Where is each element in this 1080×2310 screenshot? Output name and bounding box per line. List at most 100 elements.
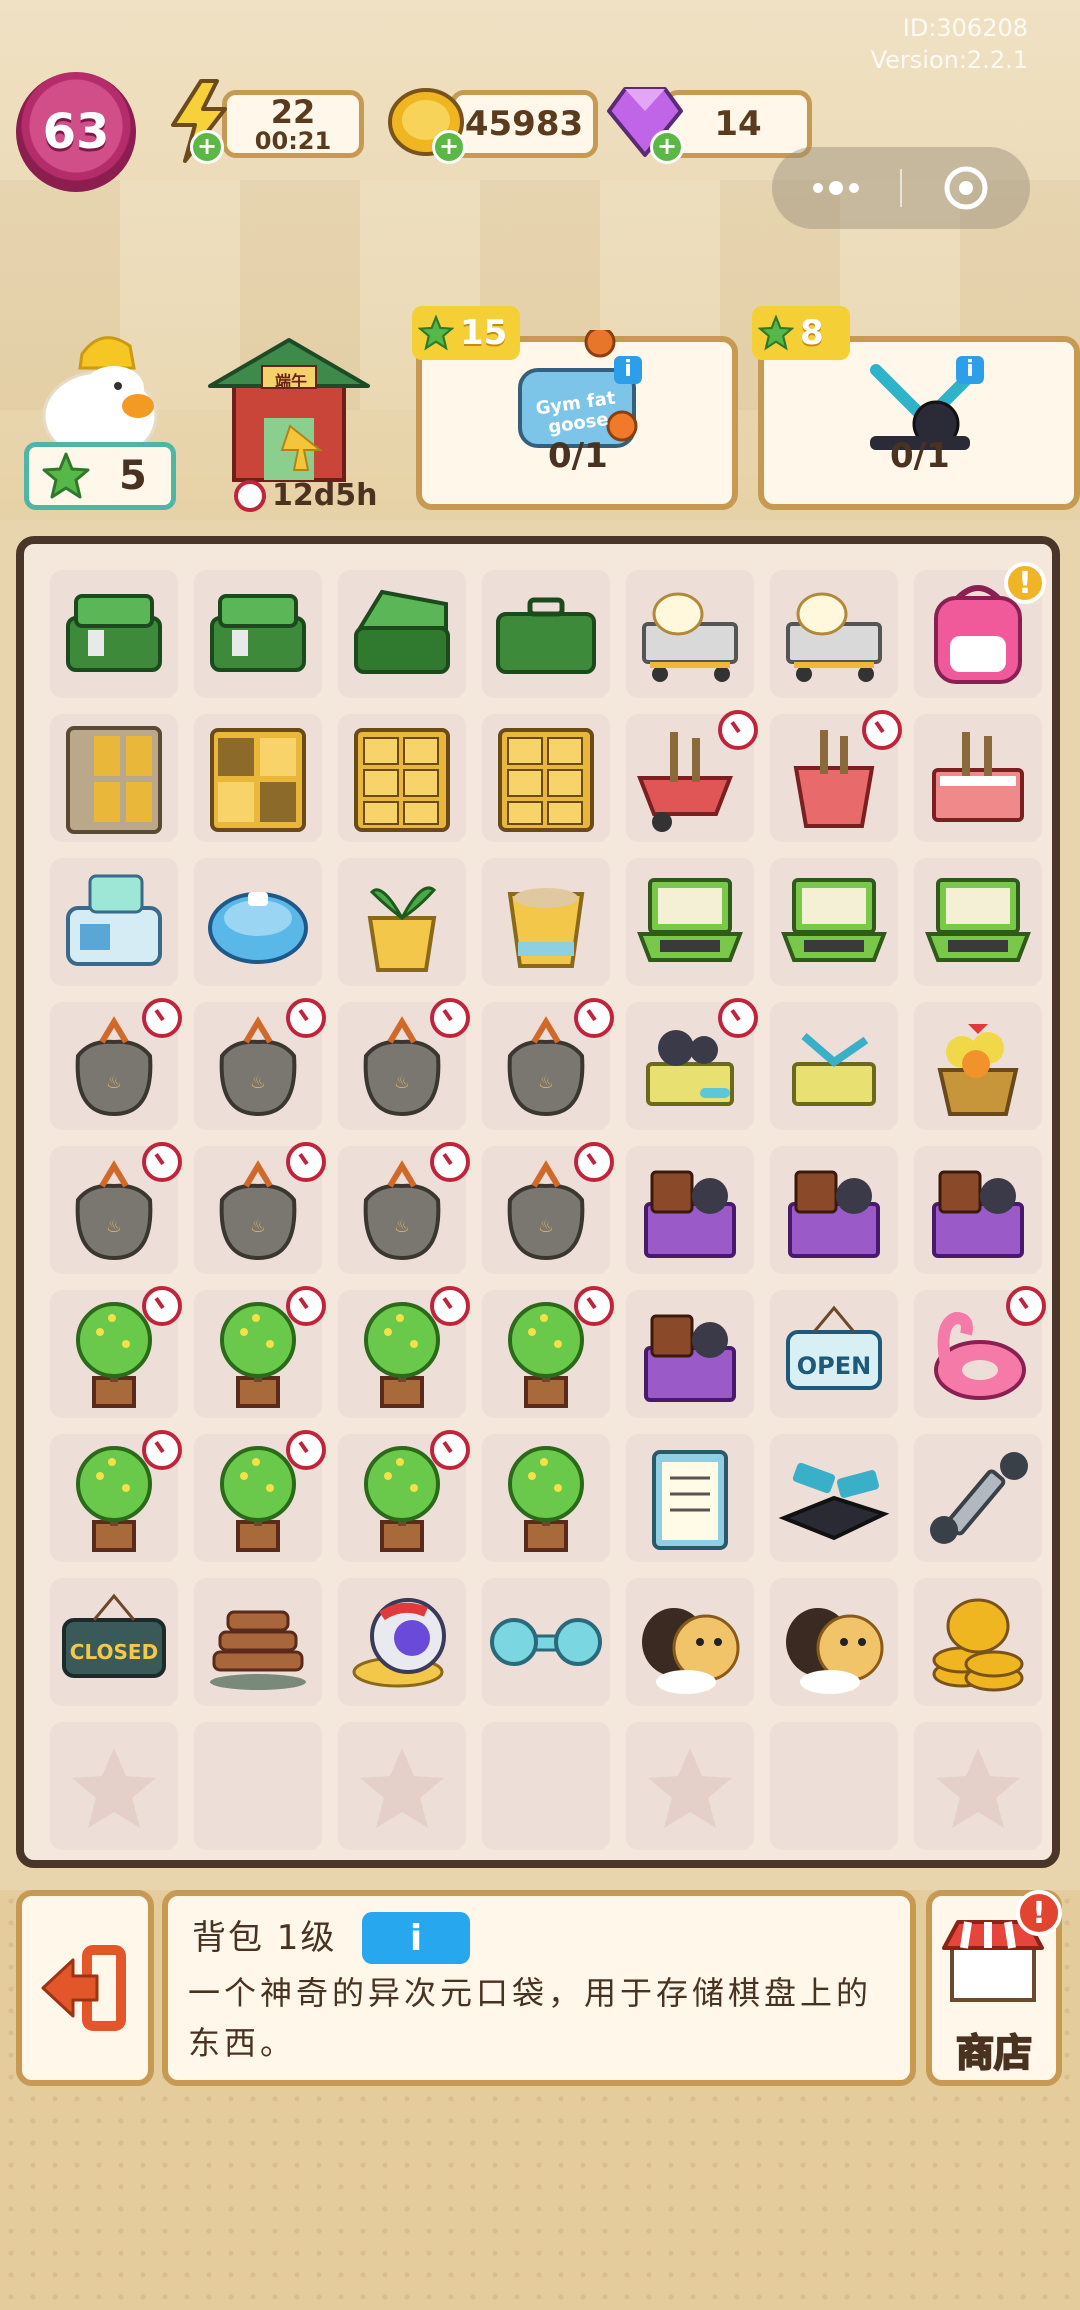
board-cell[interactable] (482, 1578, 610, 1706)
board-cell[interactable] (50, 1430, 182, 1562)
board-cell[interactable] (50, 858, 178, 986)
locker-yellow-item[interactable] (342, 718, 462, 838)
board-cell[interactable] (626, 1578, 754, 1706)
board-cell[interactable] (50, 570, 178, 698)
gym-cart-empty-item[interactable] (774, 1006, 894, 1126)
toolbox-closed-green-item[interactable] (486, 574, 606, 694)
board-cell[interactable] (194, 714, 322, 842)
weight-bench-item[interactable] (774, 1438, 894, 1558)
add-coins-button[interactable]: + (432, 130, 466, 164)
board-cell[interactable] (482, 1722, 610, 1850)
board-cell[interactable] (194, 570, 322, 698)
board-cell[interactable]: ♨ (50, 998, 182, 1130)
board-cell[interactable] (626, 998, 758, 1130)
board-cell[interactable]: ♨ (194, 1142, 326, 1274)
coin-stack-item[interactable] (918, 1582, 1038, 1702)
board-cell[interactable] (914, 1146, 1042, 1274)
board-cell[interactable] (770, 1002, 898, 1130)
laptop-item[interactable] (918, 862, 1038, 982)
board-cell[interactable]: ♨ (338, 998, 470, 1130)
snail-robot-item[interactable] (342, 1582, 462, 1702)
board-cell[interactable] (482, 1434, 610, 1562)
shop-button[interactable]: ! 商店 (926, 1890, 1062, 2086)
exit-button[interactable] (16, 1890, 154, 2086)
board-cell[interactable] (194, 1430, 326, 1562)
board-cell[interactable] (770, 570, 898, 698)
gym-box-purple-item[interactable] (630, 1294, 750, 1414)
more-icon[interactable] (772, 181, 900, 195)
locker-open-item[interactable] (198, 718, 318, 838)
board-cell[interactable] (914, 1002, 1042, 1130)
board-cell[interactable] (194, 1286, 326, 1418)
board-cell[interactable] (626, 710, 758, 842)
board-cell[interactable] (770, 710, 902, 842)
board-cell[interactable] (338, 570, 466, 698)
locker-yellow-item[interactable] (486, 718, 606, 838)
duck-avatar[interactable] (34, 320, 174, 462)
board-cell[interactable] (482, 570, 610, 698)
potted-tree-item[interactable] (486, 1438, 606, 1558)
toolbox-open-green-item[interactable] (198, 574, 318, 694)
board-cell[interactable] (482, 714, 610, 842)
gym-box-purple-item[interactable] (630, 1150, 750, 1270)
plant-pot-item[interactable] (342, 862, 462, 982)
board-cell[interactable] (914, 714, 1042, 842)
order-info-icon[interactable]: i (614, 356, 642, 384)
board-cell[interactable] (338, 1286, 470, 1418)
board-cell[interactable] (626, 1722, 754, 1850)
board-cell[interactable]: ♨ (482, 998, 614, 1130)
hand-grip-item[interactable] (918, 1438, 1038, 1558)
board-cell[interactable]: CLOSED (50, 1578, 178, 1706)
ice-machine-item[interactable] (54, 862, 174, 982)
board-cell[interactable] (626, 858, 754, 986)
board-cell[interactable] (194, 1578, 322, 1706)
clipboard-item[interactable] (630, 1438, 750, 1558)
item-info-button[interactable]: i (362, 1912, 470, 1964)
board-cell[interactable] (914, 1578, 1042, 1706)
laptop-item[interactable] (630, 862, 750, 982)
hamsters-item[interactable] (630, 1582, 750, 1702)
board-cell[interactable] (914, 1722, 1042, 1850)
gems-pill[interactable]: 14 (664, 90, 812, 158)
duck-cart-item[interactable] (630, 574, 750, 694)
board-cell[interactable] (914, 858, 1042, 986)
board-cell[interactable] (338, 1722, 466, 1850)
board-cell[interactable]: ! (914, 562, 1046, 698)
dumbbell-item[interactable] (486, 1582, 606, 1702)
basket-tools-item[interactable] (918, 718, 1038, 838)
board-cell[interactable] (770, 1434, 898, 1562)
laptop-item[interactable] (774, 862, 894, 982)
duck-cart-item[interactable] (774, 574, 894, 694)
board-cell[interactable] (338, 1430, 470, 1562)
gym-box-purple-item[interactable] (774, 1150, 894, 1270)
board-cell[interactable] (50, 1286, 182, 1418)
coins-pill[interactable]: 45983 (450, 90, 598, 158)
board-cell[interactable] (770, 858, 898, 986)
add-energy-button[interactable]: + (190, 130, 224, 164)
order-info-icon[interactable]: i (956, 356, 984, 384)
board-cell[interactable] (482, 858, 610, 986)
board-cell[interactable]: ♨ (194, 998, 326, 1130)
energy-pill[interactable]: 22 00:21 (222, 90, 364, 158)
board-cell[interactable]: OPEN (770, 1290, 898, 1418)
board-cell[interactable] (338, 858, 466, 986)
locker-grey-item[interactable] (54, 718, 174, 838)
star-counter[interactable]: 5 (24, 442, 176, 510)
board-cell[interactable] (626, 1434, 754, 1562)
board-cell[interactable] (914, 1434, 1042, 1562)
board-cell[interactable]: ♨ (50, 1142, 182, 1274)
board-cell[interactable] (338, 1578, 466, 1706)
board-cell[interactable] (770, 1722, 898, 1850)
close-target-icon[interactable] (902, 164, 1030, 212)
board-cell[interactable] (482, 1286, 614, 1418)
board-cell[interactable] (626, 1146, 754, 1274)
board-cell[interactable] (626, 570, 754, 698)
level-badge[interactable]: 63 (16, 72, 136, 192)
board-cell[interactable] (770, 1578, 898, 1706)
event-building[interactable]: 端午 (204, 330, 374, 490)
robot-vacuum-item[interactable] (198, 862, 318, 982)
toolbox-lid-green-item[interactable] (342, 574, 462, 694)
add-gems-button[interactable]: + (650, 130, 684, 164)
board-cell[interactable] (50, 1722, 178, 1850)
board-cell[interactable] (914, 1286, 1046, 1418)
